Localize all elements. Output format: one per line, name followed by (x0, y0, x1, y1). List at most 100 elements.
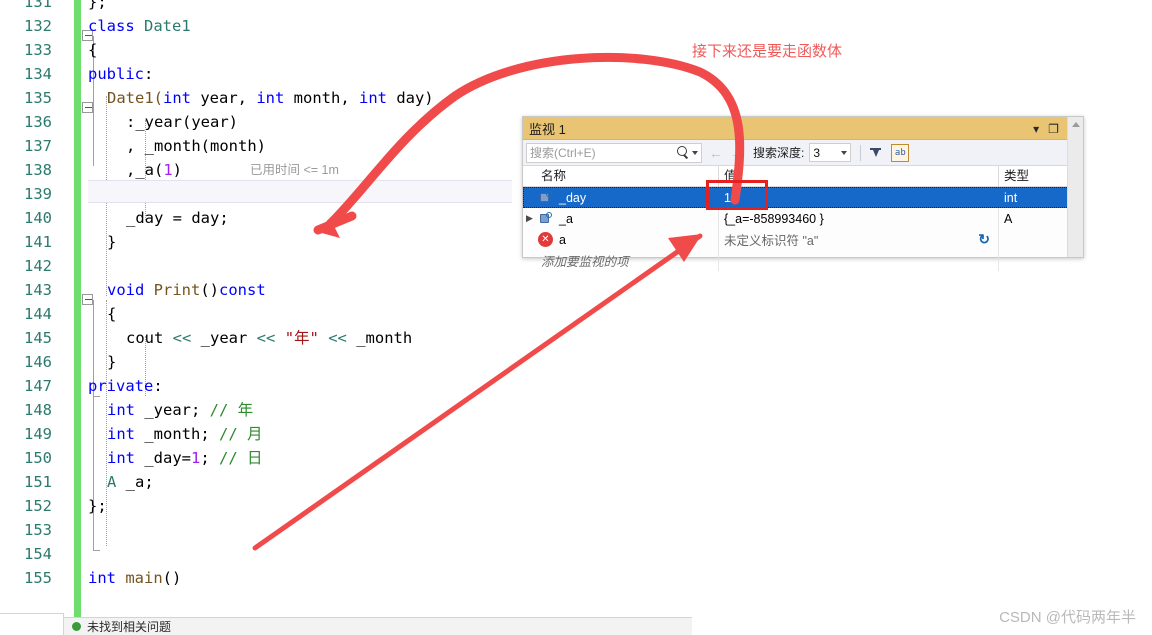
refresh-icon[interactable]: ↻ (978, 231, 990, 248)
code-token: "年" (284, 329, 319, 347)
code-token: int (107, 401, 135, 419)
watch-row[interactable]: ▶ _a {_a=-858993460 } A (523, 208, 1083, 229)
line-number: 151 (24, 473, 52, 491)
code-text: ,_a(1) (126, 158, 182, 182)
code-token: : (153, 377, 163, 395)
code-token: year, (191, 89, 257, 107)
chevron-down-icon[interactable] (841, 150, 848, 155)
code-text: void Print()const (107, 278, 266, 302)
watch-cell-value[interactable]: 未定义标识符 "a" ↻ (719, 229, 999, 250)
toolbar-divider (860, 144, 862, 161)
line-number: 155 (24, 569, 52, 587)
code-line[interactable]: 147 private: (0, 374, 1152, 398)
watch-item-name: _a (559, 211, 573, 226)
code-token: day) (386, 89, 434, 107)
expand-arrow-icon[interactable]: ▶ (523, 213, 536, 224)
watch-scrollbar[interactable] (1067, 117, 1083, 257)
chevron-down-icon[interactable]: ▾ (1033, 123, 1039, 135)
watch-item-type: A (1004, 211, 1013, 226)
hex-display-icon[interactable]: ab (891, 143, 910, 162)
maximize-icon[interactable]: ❐ (1048, 123, 1059, 135)
search-options-chevron-icon[interactable] (692, 150, 698, 155)
code-token: Date1 (144, 17, 191, 35)
add-watch-label[interactable]: 添加要监视的项 (523, 250, 719, 271)
search-depth-value: 3 (813, 145, 821, 160)
code-line[interactable]: 145 cout << _year << "年" << _month (0, 326, 1152, 350)
watch-cell-name[interactable]: ✕ a (523, 229, 719, 250)
code-token: { (88, 41, 98, 59)
code-text: } (107, 230, 116, 254)
watch-row[interactable]: _day 1 int (523, 187, 1083, 208)
code-token: :_year(year) (126, 113, 238, 131)
code-token: } (107, 353, 117, 371)
line-number: 136 (24, 113, 52, 131)
line-number: 153 (24, 521, 52, 539)
watch-row[interactable]: ✕ a 未定义标识符 "a" ↻ (523, 229, 1083, 250)
code-editor[interactable]: 131}; 132 class Date1 133{134 public: 135 Date… (0, 0, 1152, 635)
line-number: 148 (24, 401, 52, 419)
code-line[interactable]: 154 (0, 542, 1152, 566)
code-text: }; (88, 494, 107, 518)
line-number: 146 (24, 353, 52, 371)
code-token: A (107, 473, 117, 491)
watch-toolbar[interactable]: 搜索(Ctrl+E) ← → 搜索深度: 3 ab (523, 140, 1083, 166)
code-token: << (256, 329, 276, 347)
watch-rows-container: _day 1 int ▶ _a {_a=-858993460 } A ✕ a 未定义标识符 "a"… (523, 187, 1083, 271)
status-bar: 未找到相关问题 (62, 617, 692, 635)
code-line[interactable]: 132 class Date1 (0, 14, 1152, 38)
code-line[interactable]: 148 int _year; // 年 (0, 398, 1152, 422)
watch-cell-value[interactable]: {_a=-858993460 } (719, 208, 999, 229)
code-text: Date1(int year, int month, int day) (107, 86, 434, 110)
search-depth-select[interactable]: 3 (809, 143, 852, 162)
code-text: } (107, 350, 116, 374)
code-token: private (88, 377, 154, 395)
code-token: ) (172, 161, 183, 179)
code-line[interactable]: 146} (0, 350, 1152, 374)
code-line[interactable]: 133 { (0, 38, 1152, 62)
watch-cell-name[interactable]: ▶ _a (523, 208, 719, 229)
code-line[interactable]: 152}; (0, 494, 1152, 518)
field-icon (538, 191, 553, 204)
code-token: , _month(month) (126, 137, 266, 155)
line-number: 138 (24, 161, 52, 179)
search-prev-icon[interactable]: ← (709, 145, 723, 161)
code-token: int (107, 449, 135, 467)
search-input[interactable]: 搜索(Ctrl+E) (526, 142, 702, 163)
code-line[interactable]: 143 void Print()const (0, 278, 1152, 302)
line-number: 147 (24, 377, 52, 395)
watch-cell-name[interactable]: _day (523, 187, 719, 208)
watch-window[interactable]: 监视 1 ▾ ❐ ✕ 搜索(Ctrl+E) ← → 搜索深度: 3 ab (522, 116, 1084, 271)
code-line[interactable]: 134 public: (0, 62, 1152, 86)
code-line[interactable]: 135 Date1(int year, int month, int day) (0, 86, 1152, 110)
code-text: }; (88, 0, 107, 14)
watch-item-value: {_a=-858993460 } (724, 211, 824, 226)
code-token: ,_a( (126, 161, 164, 179)
code-line[interactable]: 144 { (0, 302, 1152, 326)
code-line[interactable]: 149 int _month; // 月 (0, 422, 1152, 446)
watch-item-value: 未定义标识符 "a" (724, 234, 819, 248)
code-token: ; (200, 449, 220, 467)
add-watch-row[interactable]: 添加要监视的项 (523, 250, 1083, 271)
filter-icon[interactable] (869, 146, 883, 160)
watch-column-headers: 名称 值 类型 (523, 166, 1083, 187)
search-next-icon[interactable]: → (730, 145, 744, 161)
watermark: CSDN @代码两年半 (999, 609, 1136, 626)
code-token: // 月 (219, 425, 263, 443)
code-line[interactable]: 151 A _a; (0, 470, 1152, 494)
code-line[interactable]: 150 int _day=1; // 日 (0, 446, 1152, 470)
column-header-name[interactable]: 名称 (523, 166, 719, 186)
codelens-text[interactable]: 已用时间 <= 1m (250, 159, 339, 182)
code-line[interactable]: 131}; (0, 0, 1152, 14)
value-highlight-box (706, 180, 768, 210)
code-line[interactable]: 155 int main() (0, 566, 1152, 590)
code-token: 1 (163, 161, 173, 179)
scroll-up-arrow-icon[interactable] (1072, 122, 1080, 127)
code-line[interactable]: 153 (0, 518, 1152, 542)
code-text: int main() (88, 566, 181, 590)
line-number: 134 (24, 65, 52, 83)
code-token: }; (88, 0, 107, 11)
search-icon[interactable] (676, 146, 689, 159)
